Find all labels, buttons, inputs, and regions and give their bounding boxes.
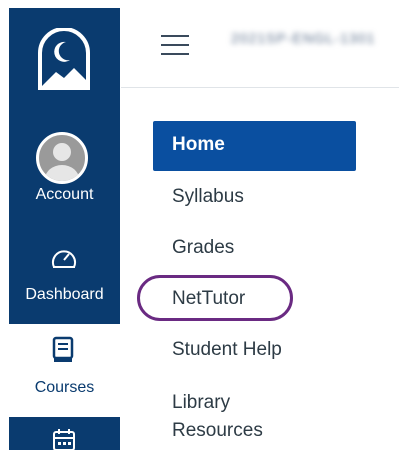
nav-item-dashboard-label: Dashboard — [25, 286, 104, 303]
nav-item-account[interactable]: Account — [9, 186, 120, 210]
course-nav-grades[interactable]: Grades — [172, 237, 234, 259]
course-header: 2021SP-ENGL-1301 — [121, 0, 399, 88]
global-navigation: Account Dashboard Courses — [0, 0, 121, 451]
course-nav-syllabus[interactable]: Syllabus — [172, 186, 244, 208]
dashboard-gauge-icon[interactable] — [50, 246, 78, 270]
nav-item-dashboard[interactable]: Dashboard — [9, 286, 120, 310]
course-nav-home-label: Home — [172, 134, 225, 155]
course-nav-library-resources-line1: Library — [172, 392, 231, 413]
courses-book-icon[interactable] — [52, 336, 74, 364]
breadcrumb[interactable]: 2021SP-ENGL-1301 — [231, 30, 399, 50]
course-nav-library-resources[interactable]: Library Resources — [172, 389, 263, 445]
course-nav-student-help[interactable]: Student Help — [172, 339, 282, 361]
nav-item-account-label: Account — [35, 186, 94, 203]
course-nav-nettutor[interactable]: NetTutor — [172, 288, 245, 310]
hamburger-menu-icon[interactable] — [161, 33, 189, 57]
nav-item-courses[interactable]: Courses — [9, 379, 120, 403]
account-avatar-icon[interactable] — [36, 132, 88, 184]
nav-item-courses-label: Courses — [34, 379, 95, 396]
moon-mountain-logo-icon[interactable] — [34, 27, 94, 90]
calendar-icon — [52, 428, 76, 451]
course-nav-library-resources-line2: Resources — [172, 420, 263, 441]
